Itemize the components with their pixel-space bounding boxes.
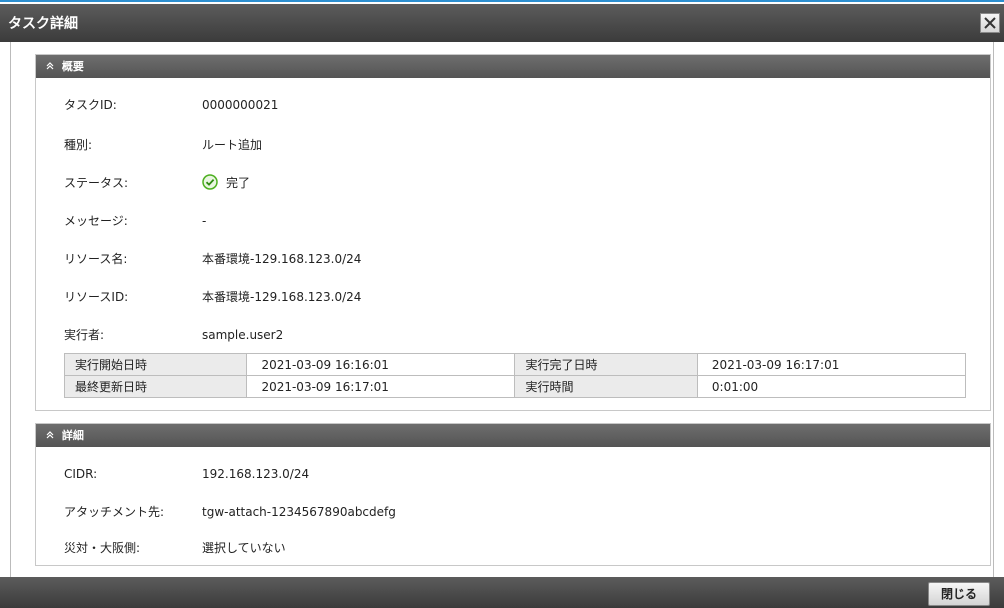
field-value: 192.168.123.0/24 bbox=[202, 467, 310, 481]
dialog-footer: 閉じる bbox=[0, 577, 1004, 608]
table-header-cell: 実行時間 bbox=[514, 375, 698, 398]
field-value: 本番環境-129.168.123.0/24 bbox=[202, 290, 362, 304]
overview-header-label: 概要 bbox=[61, 60, 84, 73]
chevron-up-icon bbox=[46, 55, 54, 78]
table-row: 実行開始日時 2021-03-09 16:16:01 実行完了日時 2021-0… bbox=[63, 353, 967, 376]
field-label: 災対・大阪側: bbox=[64, 541, 141, 555]
table-header-cell: 最終更新日時 bbox=[63, 375, 248, 398]
field-label: アタッチメント先: bbox=[64, 505, 165, 519]
details-panel: 詳細 CIDR: 192.168.123.0/24 アタッチメント先: tgw-… bbox=[35, 423, 991, 566]
table-cell: 2021-03-09 16:17:01 bbox=[696, 353, 967, 376]
table-cell: 0:01:00 bbox=[696, 375, 967, 398]
field-label: 種別: bbox=[64, 138, 93, 152]
field-label: 実行者: bbox=[64, 328, 105, 342]
field-value: sample.user2 bbox=[202, 328, 284, 342]
table-cell: 2021-03-09 16:17:01 bbox=[246, 375, 516, 398]
field-label: CIDR: bbox=[64, 467, 98, 481]
table-cell: 2021-03-09 16:16:01 bbox=[246, 353, 516, 376]
field-value: 0000000021 bbox=[202, 98, 279, 112]
details-panel-header[interactable]: 詳細 bbox=[36, 424, 990, 447]
dialog-titlebar: タスク詳細 bbox=[0, 4, 1004, 42]
chevron-up-icon bbox=[46, 424, 54, 447]
status-value: 完了 bbox=[202, 173, 250, 193]
table-header-cell: 実行開始日時 bbox=[63, 353, 248, 376]
field-value: tgw-attach-1234567890abcdefg bbox=[202, 505, 396, 519]
field-label: メッセージ: bbox=[64, 214, 128, 228]
field-value: 選択していない bbox=[202, 541, 286, 555]
field-value: 本番環境-129.168.123.0/24 bbox=[202, 252, 362, 266]
table-header-cell: 実行完了日時 bbox=[514, 353, 698, 376]
field-value: - bbox=[202, 214, 207, 228]
field-label: ステータス: bbox=[64, 176, 129, 190]
overview-panel-header[interactable]: 概要 bbox=[36, 55, 990, 78]
task-detail-dialog: タスク詳細 概要 タスクID: 0000000021 種別: ルート追加 ステー… bbox=[0, 0, 1004, 608]
field-label: リソース名: bbox=[64, 252, 128, 266]
status-text: 完了 bbox=[226, 176, 251, 190]
close-button[interactable]: 閉じる bbox=[928, 582, 990, 606]
overview-panel: 概要 タスクID: 0000000021 種別: ルート追加 ステータス: 完了… bbox=[35, 54, 991, 411]
check-circle-icon bbox=[202, 174, 218, 190]
execution-times-table: 実行開始日時 2021-03-09 16:16:01 実行完了日時 2021-0… bbox=[63, 353, 967, 398]
field-value: ルート追加 bbox=[202, 138, 263, 152]
field-label: リソースID: bbox=[64, 290, 129, 304]
details-header-label: 詳細 bbox=[61, 429, 84, 442]
dialog-title: タスク詳細 bbox=[8, 16, 78, 32]
close-icon[interactable] bbox=[980, 13, 1000, 33]
field-label: タスクID: bbox=[64, 98, 117, 112]
dialog-content: 概要 タスクID: 0000000021 種別: ルート追加 ステータス: 完了… bbox=[10, 42, 994, 577]
table-row: 最終更新日時 2021-03-09 16:17:01 実行時間 0:01:00 bbox=[63, 375, 967, 398]
